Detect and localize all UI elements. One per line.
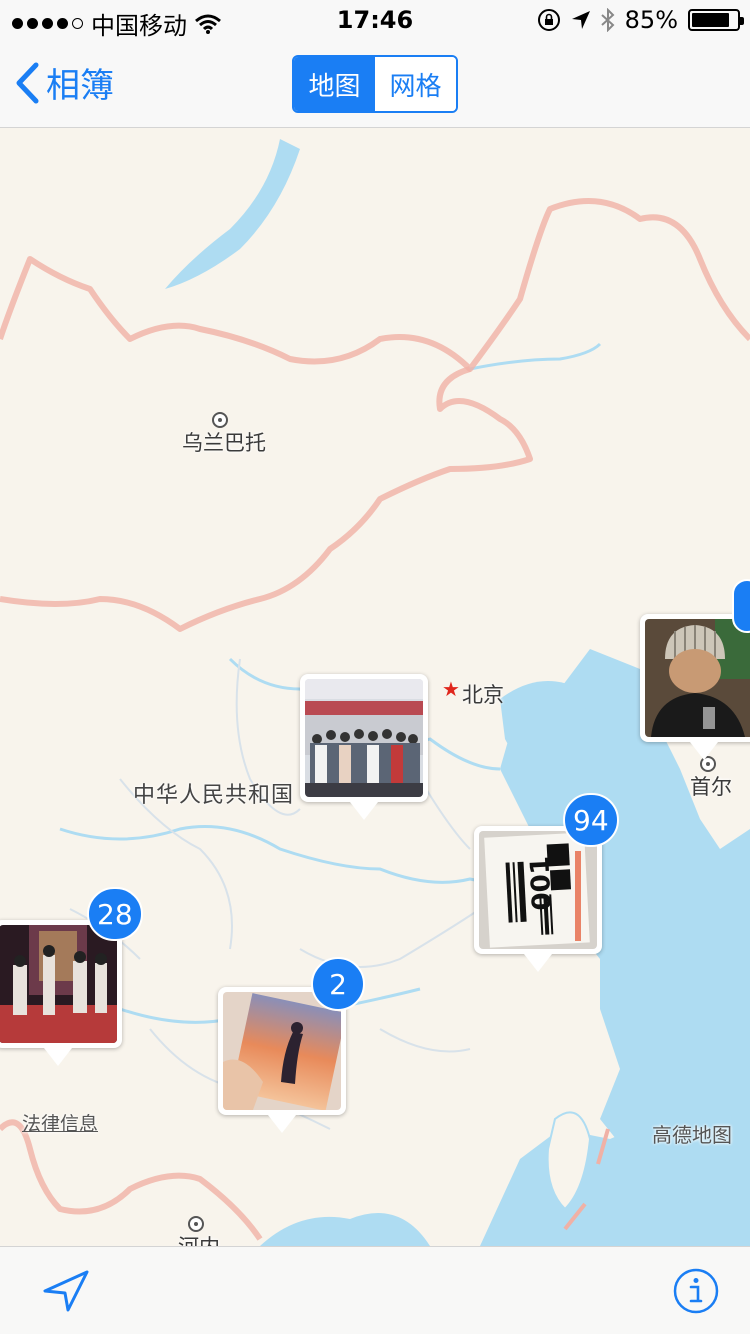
photo-map[interactable]: 乌兰巴托 ★ 北京 中华人民共和国 首尔 河内 法律信息 高德地图: [0, 129, 750, 1246]
navigation-bar: 相簿 地图 网格: [0, 40, 750, 128]
segment-map[interactable]: 地图: [294, 57, 375, 111]
photo-count-badge: 28: [87, 887, 143, 941]
border-mongolia-russia: [0, 198, 750, 372]
photo-pin-seoul[interactable]: [640, 614, 750, 760]
city-marker-icon: [188, 1216, 204, 1232]
info-icon[interactable]: [672, 1267, 720, 1315]
city-marker-icon: [212, 412, 228, 428]
border-southwest: [0, 1119, 263, 1241]
svg-text:001: 001: [525, 855, 558, 911]
portrait-photo-thumbnail: [645, 619, 750, 737]
photo-count-badge: [732, 579, 750, 633]
photo-pin-beijing[interactable]: [300, 674, 428, 820]
battery-icon: [688, 9, 744, 31]
book-photo-thumbnail: [223, 992, 347, 1111]
bluetooth-icon: [600, 8, 615, 32]
photo-count-badge: 94: [563, 793, 619, 847]
chevron-left-icon: [16, 62, 39, 103]
city-label-hanoi: 河内: [178, 1231, 220, 1246]
map-provider-label: 高德地图: [652, 1123, 732, 1147]
city-label-seoul: 首尔: [690, 775, 732, 799]
legal-info-link[interactable]: 法律信息: [22, 1109, 98, 1136]
battery-percent: 85%: [624, 6, 678, 34]
photo-count-badge: 2: [311, 957, 365, 1011]
country-label-china: 中华人民共和国: [133, 783, 295, 808]
river-north: [469, 342, 602, 371]
group-photo-thumbnail: [305, 679, 423, 797]
status-bar: 中国移动 17:46 85%: [0, 0, 750, 40]
capital-star-icon: ★: [442, 677, 460, 701]
stage-photo-thumbnail: [0, 925, 117, 1043]
city-label-beijing: 北京: [462, 683, 504, 707]
lake-baikal: [165, 139, 300, 289]
orientation-lock-icon: [537, 9, 560, 31]
gulf-water: [260, 1213, 430, 1246]
back-label: 相簿: [46, 66, 114, 106]
package-label-thumbnail: 001: [479, 831, 597, 949]
bottom-toolbar: [0, 1246, 750, 1334]
location-services-icon: [571, 11, 590, 29]
view-mode-segmented-control[interactable]: 地图 网格: [292, 55, 458, 113]
border-mongolia-china: [0, 366, 533, 632]
back-button[interactable]: 相簿: [14, 58, 114, 107]
segment-grid[interactable]: 网格: [375, 57, 456, 111]
city-label-ulaanbaatar: 乌兰巴托: [182, 431, 266, 455]
location-arrow-icon[interactable]: [42, 1269, 90, 1313]
